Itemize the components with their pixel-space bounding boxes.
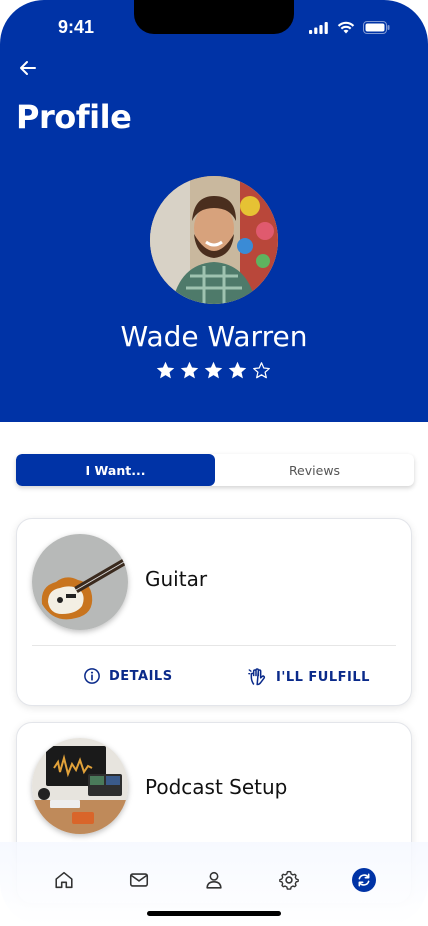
- nav-profile[interactable]: [202, 868, 226, 892]
- guitar-thumbnail: [32, 534, 128, 630]
- mail-icon: [129, 873, 148, 887]
- profile-tabs: I Want... Reviews: [16, 454, 414, 486]
- card-divider: [32, 645, 396, 646]
- podcast-setup-thumbnail: [32, 738, 128, 834]
- star-filled-icon: [156, 361, 175, 379]
- avatar[interactable]: [150, 176, 278, 304]
- nav-exchange-active: [352, 868, 377, 892]
- nav-settings[interactable]: [277, 868, 301, 892]
- user-name: Wade Warren: [120, 320, 308, 353]
- tab-i-want[interactable]: I Want...: [16, 454, 215, 486]
- star-filled-icon: [180, 361, 199, 379]
- profile-header: 9:41 Profile Wade Warren: [0, 0, 428, 422]
- phone-screen: 9:41 Profile Wade Warren I Want... Revie…: [0, 0, 428, 926]
- bottom-nav: [0, 860, 428, 900]
- hand-icon: [248, 668, 266, 686]
- fulfill-label: I'LL FULFILL: [276, 669, 370, 685]
- nav-exchange[interactable]: [352, 868, 377, 892]
- nav-messages[interactable]: [127, 868, 151, 892]
- battery-icon: [363, 21, 390, 34]
- rating-stars: [155, 360, 272, 381]
- user-icon: [206, 871, 222, 889]
- fulfill-button[interactable]: I'LL FULFILL: [248, 667, 370, 687]
- want-title: Podcast Setup: [145, 775, 288, 799]
- want-card-guitar[interactable]: Guitar DETAILS I'LL FULFILL: [16, 518, 412, 706]
- tab-reviews[interactable]: Reviews: [215, 454, 414, 486]
- star-filled-icon: [228, 361, 247, 379]
- details-label: DETAILS: [109, 668, 173, 684]
- home-icon: [55, 871, 73, 889]
- star-filled-icon: [204, 361, 223, 379]
- want-title: Guitar: [145, 567, 208, 591]
- nav-home[interactable]: [52, 868, 76, 892]
- home-indicator: [147, 911, 281, 916]
- signal-icon: [309, 21, 328, 34]
- gear-icon: [279, 870, 300, 890]
- info-icon: [84, 668, 100, 684]
- refresh-icon: [358, 873, 370, 887]
- page-title: Profile: [16, 98, 132, 136]
- back-arrow-icon[interactable]: [16, 56, 40, 80]
- star-outline-icon: [253, 362, 270, 379]
- status-time: 9:41: [58, 17, 95, 37]
- device-notch: [134, 0, 294, 34]
- wifi-icon: [337, 21, 355, 34]
- status-icons: [309, 21, 390, 34]
- details-button[interactable]: DETAILS: [83, 667, 173, 685]
